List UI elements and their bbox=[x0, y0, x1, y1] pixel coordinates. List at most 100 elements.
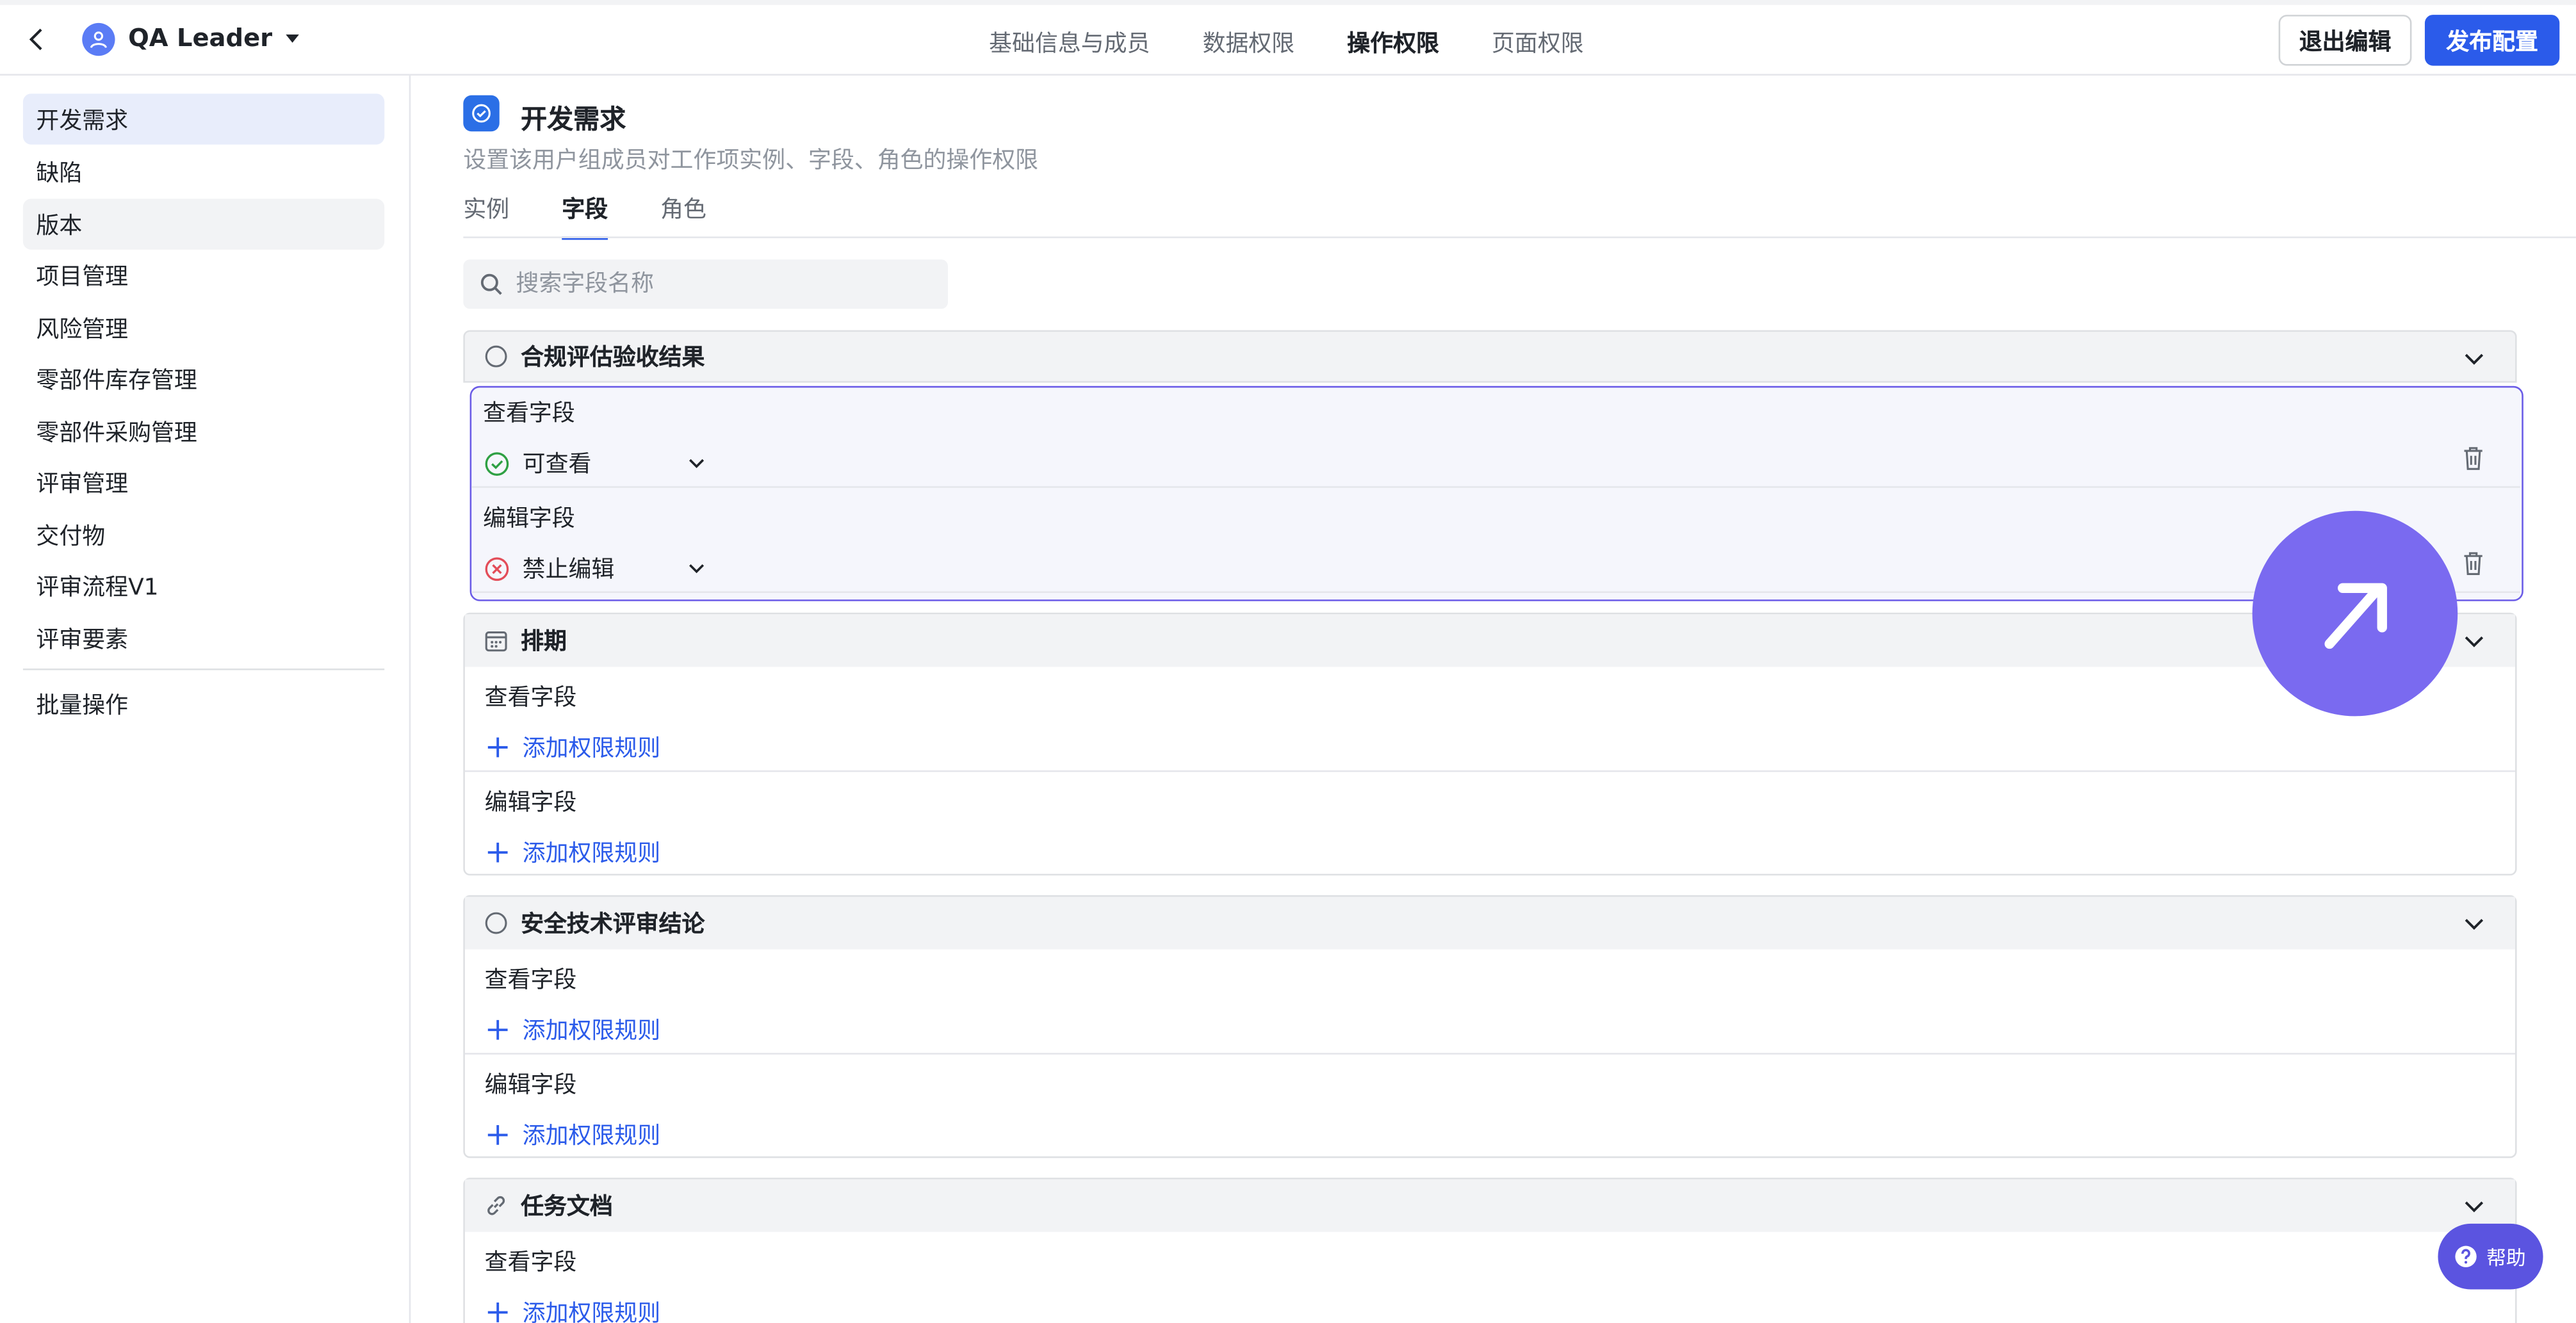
sidebar-item-deliverable[interactable]: 交付物 bbox=[23, 509, 384, 560]
subtab-divider bbox=[463, 236, 2576, 238]
radio-circle-icon bbox=[485, 912, 507, 934]
chevron-down-icon bbox=[689, 459, 705, 468]
page-subtitle: 设置该用户组成员对工作项实例、字段、角色的操作权限 bbox=[463, 147, 1039, 174]
exit-edit-button[interactable]: 退出编辑 bbox=[2278, 15, 2412, 66]
row-divider bbox=[471, 486, 2520, 488]
view-field-label: 查看字段 bbox=[483, 400, 575, 427]
sidebar-item-review[interactable]: 评审管理 bbox=[23, 457, 384, 508]
field-card-header[interactable]: 排期 bbox=[464, 614, 2516, 667]
chevron-down-icon[interactable] bbox=[2463, 912, 2486, 935]
tab-data-permission[interactable]: 数据权限 bbox=[1203, 26, 1295, 59]
field-name: 排期 bbox=[521, 629, 567, 656]
field-name: 任务文档 bbox=[521, 1194, 613, 1221]
sidebar-item-risk[interactable]: 风险管理 bbox=[23, 302, 384, 353]
add-rule-button[interactable]: 添加权限规则 bbox=[486, 1119, 660, 1151]
edit-rule-dropdown[interactable]: 禁止编辑 bbox=[485, 552, 706, 585]
arrow-up-right-icon bbox=[2324, 582, 2386, 648]
help-icon bbox=[2456, 1246, 2477, 1267]
field-name: 安全技术评审结论 bbox=[521, 911, 705, 938]
add-rule-button[interactable]: 添加权限规则 bbox=[486, 731, 660, 763]
search-input[interactable] bbox=[516, 271, 927, 298]
main-content: 开发需求 设置该用户组成员对工作项实例、字段、角色的操作权限 实例 字段 角色 … bbox=[411, 76, 2576, 1323]
caret-down-icon bbox=[285, 33, 299, 42]
sidebar-item-review-flow[interactable]: 评审流程V1 bbox=[23, 560, 384, 612]
publish-button[interactable]: 发布配置 bbox=[2424, 15, 2560, 66]
add-rule-button[interactable]: 添加权限规则 bbox=[486, 836, 660, 869]
plus-icon bbox=[487, 842, 508, 863]
chevron-down-icon[interactable] bbox=[2463, 1194, 2486, 1217]
field-card-schedule: 排期 查看字段 添加权限规则 编辑字段 添加权限规则 bbox=[463, 612, 2517, 876]
add-rule-button[interactable]: 添加权限规则 bbox=[486, 1014, 660, 1046]
link-icon bbox=[487, 1196, 505, 1215]
chevron-down-icon bbox=[689, 564, 705, 574]
field-name: 合规评估验收结果 bbox=[521, 345, 705, 371]
field-card-header[interactable]: 合规评估验收结果 bbox=[463, 330, 2517, 383]
group-selector[interactable]: QA Leader bbox=[128, 22, 299, 53]
edit-field-label: 编辑字段 bbox=[483, 506, 575, 533]
radio-circle-icon bbox=[485, 345, 507, 368]
row-divider bbox=[464, 1053, 2516, 1055]
calendar-icon bbox=[485, 631, 507, 652]
field-card-header[interactable]: 任务文档 bbox=[464, 1179, 2516, 1232]
view-field-label: 查看字段 bbox=[484, 967, 577, 994]
subtab-role[interactable]: 角色 bbox=[660, 192, 706, 239]
chevron-down-icon[interactable] bbox=[2463, 346, 2486, 369]
floating-arrow-button[interactable] bbox=[2252, 510, 2458, 717]
chevron-down-icon[interactable] bbox=[2463, 629, 2486, 652]
sidebar-item-parts-inventory[interactable]: 零部件库存管理 bbox=[23, 353, 384, 404]
trash-icon[interactable] bbox=[2461, 445, 2485, 471]
top-strip bbox=[0, 0, 2576, 5]
edit-field-label: 编辑字段 bbox=[484, 1072, 577, 1099]
tab-basic-info[interactable]: 基础信息与成员 bbox=[989, 26, 1150, 59]
help-button[interactable]: 帮助 bbox=[2438, 1223, 2543, 1290]
field-card-task-doc: 任务文档 查看字段 添加权限规则 bbox=[463, 1178, 2517, 1323]
tab-page-permission[interactable]: 页面权限 bbox=[1492, 26, 1584, 59]
add-rule-label: 添加权限规则 bbox=[522, 1123, 661, 1150]
subtab-instance[interactable]: 实例 bbox=[463, 192, 509, 239]
row-divider bbox=[464, 770, 2516, 772]
plus-icon bbox=[487, 737, 508, 758]
check-circle-icon bbox=[485, 451, 509, 475]
help-label: 帮助 bbox=[2486, 1246, 2526, 1269]
sidebar-item-project[interactable]: 项目管理 bbox=[23, 250, 384, 301]
user-group-icon bbox=[82, 22, 115, 56]
sidebar: 开发需求 缺陷 版本 项目管理 风险管理 零部件库存管理 零部件采购管理 评审管… bbox=[0, 75, 411, 1323]
subtab-field[interactable]: 字段 bbox=[562, 192, 608, 240]
close-circle-icon bbox=[485, 556, 509, 580]
row-divider bbox=[471, 591, 2520, 593]
view-rule-dropdown[interactable]: 可查看 bbox=[485, 447, 706, 480]
sidebar-item-defect[interactable]: 缺陷 bbox=[23, 146, 384, 197]
group-name: QA Leader bbox=[128, 22, 273, 53]
back-icon[interactable] bbox=[20, 23, 53, 56]
sidebar-item-review-element[interactable]: 评审要素 bbox=[23, 613, 384, 664]
add-rule-label: 添加权限规则 bbox=[522, 1018, 661, 1045]
add-rule-label: 添加权限规则 bbox=[522, 1301, 661, 1323]
sidebar-item-version[interactable]: 版本 bbox=[22, 199, 385, 250]
field-card-compliance: 合规评估验收结果 查看字段 可查看 编辑字段 禁止编辑 bbox=[463, 330, 2523, 603]
plus-icon bbox=[487, 1125, 508, 1145]
trash-icon[interactable] bbox=[2461, 550, 2485, 576]
check-circle-icon bbox=[463, 95, 500, 132]
sidebar-item-dev-requirement[interactable]: 开发需求 bbox=[22, 93, 385, 145]
plus-icon bbox=[487, 1019, 508, 1040]
tab-operation-permission[interactable]: 操作权限 bbox=[1347, 26, 1439, 59]
field-card-header[interactable]: 安全技术评审结论 bbox=[464, 897, 2516, 950]
view-field-label: 查看字段 bbox=[484, 1249, 577, 1277]
sidebar-item-batch[interactable]: 批量操作 bbox=[23, 678, 384, 729]
page: QA Leader 基础信息与成员 数据权限 操作权限 页面权限 退出编辑 发布… bbox=[0, 0, 2576, 1323]
top-bar: QA Leader 基础信息与成员 数据权限 操作权限 页面权限 退出编辑 发布… bbox=[0, 0, 2576, 76]
page-title: 开发需求 bbox=[521, 103, 626, 135]
edit-field-label: 编辑字段 bbox=[484, 790, 577, 816]
plus-icon bbox=[487, 1303, 508, 1322]
sub-tabs: 实例 字段 角色 bbox=[463, 192, 706, 240]
add-rule-label: 添加权限规则 bbox=[522, 736, 661, 763]
selected-field-panel: 查看字段 可查看 编辑字段 禁止编辑 bbox=[469, 386, 2523, 601]
search-icon bbox=[480, 273, 502, 295]
add-rule-button[interactable]: 添加权限规则 bbox=[486, 1296, 660, 1323]
sidebar-divider bbox=[22, 668, 385, 670]
top-tabs: 基础信息与成员 数据权限 操作权限 页面权限 bbox=[989, 26, 1584, 59]
edit-rule-value: 禁止编辑 bbox=[522, 556, 615, 583]
view-field-label: 查看字段 bbox=[484, 685, 577, 711]
sidebar-item-parts-purchase[interactable]: 零部件采购管理 bbox=[23, 406, 384, 457]
view-rule-value: 可查看 bbox=[522, 451, 592, 478]
